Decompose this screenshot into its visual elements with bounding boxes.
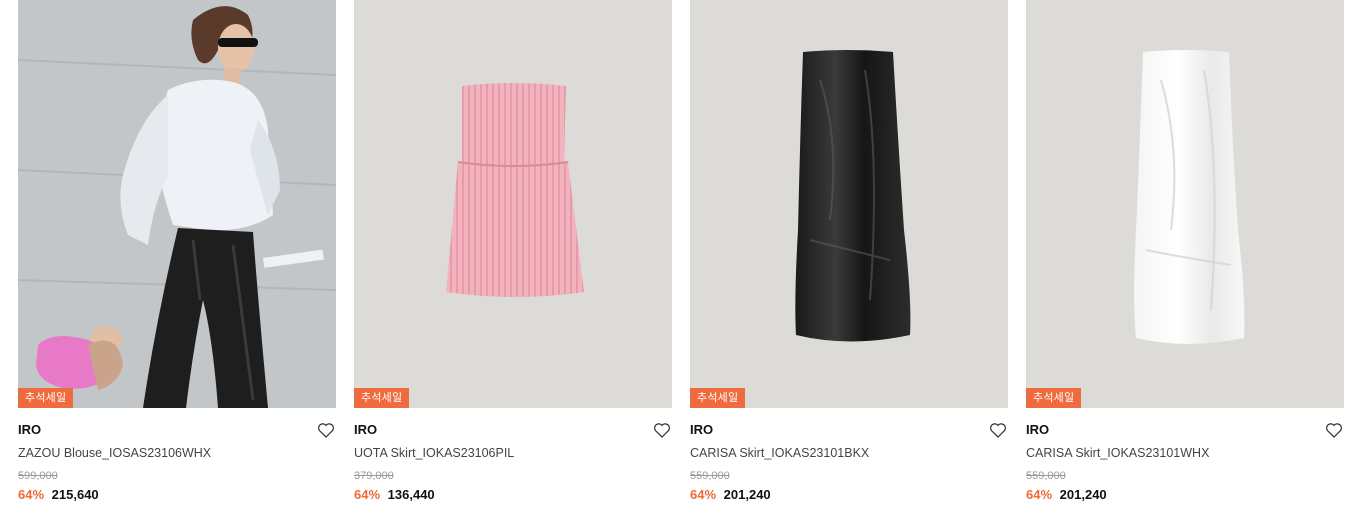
heart-outline-icon[interactable] bbox=[988, 420, 1008, 440]
original-price: 599,000 bbox=[18, 470, 58, 482]
sale-price: 201,240 bbox=[1059, 487, 1107, 502]
product-name[interactable]: CARISA Skirt_IOKAS23101WHX bbox=[1026, 444, 1344, 462]
sale-badge: 추석세일 bbox=[18, 388, 74, 408]
sale-price: 215,640 bbox=[51, 487, 99, 502]
product-image-link[interactable]: 추석세일 bbox=[18, 0, 336, 408]
sale-price: 201,240 bbox=[723, 487, 771, 502]
product-image-link[interactable]: 추석세일 bbox=[690, 0, 1008, 408]
product-image bbox=[1134, 50, 1245, 344]
discount-rate: 64% bbox=[1026, 487, 1053, 502]
product-image bbox=[795, 50, 911, 342]
product-card[interactable]: 추석세일 IRO CARISA Skirt_IOKAS23101WHX 559,… bbox=[1026, 0, 1344, 507]
product-name[interactable]: ZAZOU Blouse_IOSAS23106WHX bbox=[18, 444, 336, 462]
product-image-link[interactable]: 추석세일 bbox=[354, 0, 672, 408]
product-card[interactable]: 추석세일 IRO CARISA Skirt_IOKAS23101BKX 559,… bbox=[690, 0, 1008, 507]
sale-price: 136,440 bbox=[387, 487, 435, 502]
product-image bbox=[18, 0, 336, 408]
sale-badge: 추석세일 bbox=[690, 388, 746, 408]
product-image-link[interactable]: 추석세일 bbox=[1026, 0, 1344, 408]
product-brand: IRO bbox=[354, 422, 378, 437]
product-name[interactable]: UOTA Skirt_IOKAS23106PIL bbox=[354, 444, 672, 462]
product-brand: IRO bbox=[690, 422, 714, 437]
product-grid: 추석세일 IRO ZAZOU Blouse_IOSAS23106WHX 599,… bbox=[0, 0, 1350, 507]
product-image bbox=[446, 83, 584, 297]
product-card[interactable]: 추석세일 IRO ZAZOU Blouse_IOSAS23106WHX 599,… bbox=[18, 0, 336, 507]
product-card[interactable]: 추석세일 IRO UOTA Skirt_IOKAS23106PIL 379,00… bbox=[354, 0, 672, 507]
sale-badge: 추석세일 bbox=[1026, 388, 1082, 408]
product-brand: IRO bbox=[18, 422, 42, 437]
original-price: 559,000 bbox=[690, 470, 730, 482]
original-price: 559,000 bbox=[1026, 470, 1066, 482]
heart-outline-icon[interactable] bbox=[652, 420, 672, 440]
product-brand: IRO bbox=[1026, 422, 1050, 437]
sale-badge: 추석세일 bbox=[354, 388, 410, 408]
discount-rate: 64% bbox=[690, 487, 717, 502]
heart-outline-icon[interactable] bbox=[1324, 420, 1344, 440]
original-price: 379,000 bbox=[354, 470, 394, 482]
product-name[interactable]: CARISA Skirt_IOKAS23101BKX bbox=[690, 444, 1008, 462]
heart-outline-icon[interactable] bbox=[316, 420, 336, 440]
discount-rate: 64% bbox=[18, 487, 45, 502]
discount-rate: 64% bbox=[354, 487, 381, 502]
